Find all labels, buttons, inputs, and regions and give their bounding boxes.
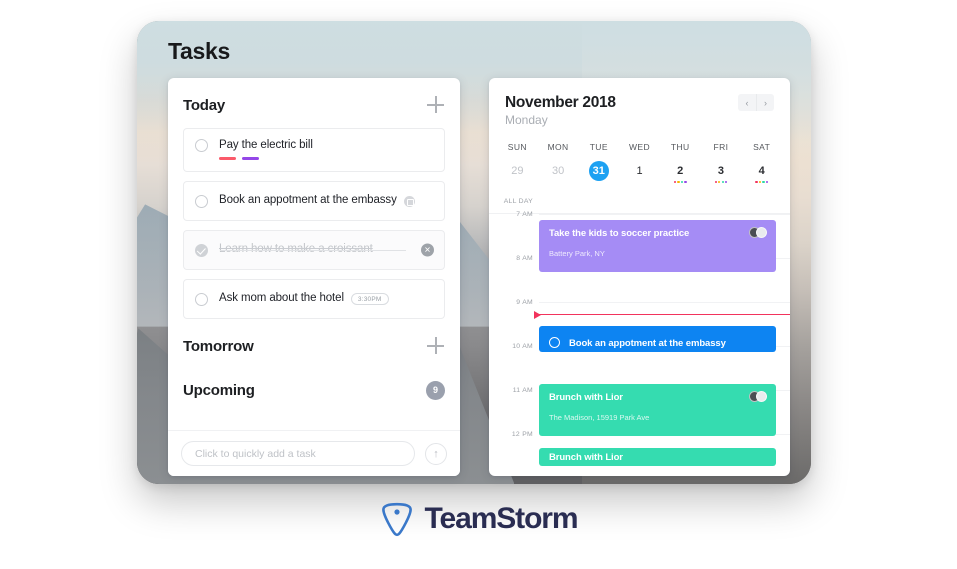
hour-label: 9 AM: [516, 299, 533, 306]
hour-label: 10 AM: [512, 343, 533, 350]
event-title: Book an appotment at the embassy: [569, 338, 726, 349]
date-cell[interactable]: 30: [538, 161, 579, 179]
event-avatars: [749, 227, 767, 238]
task-checkbox[interactable]: [195, 194, 208, 208]
current-time-indicator: [534, 309, 790, 320]
calendar-panel: November 2018 Monday ‹ › SUN MON TUE WED…: [489, 78, 790, 476]
task-label: Pay the electric bill: [219, 139, 313, 151]
task-time-chip: 3:30PM: [350, 293, 389, 305]
calendar-event-soccer-practice[interactable]: Take the kids to soccer practice Battery…: [539, 220, 776, 272]
arrow-up-icon[interactable]: ↑: [425, 442, 447, 465]
weekday-header-row: SUN MON TUE WED THU FRI SAT: [489, 142, 790, 152]
weekday-fri: FRI: [713, 142, 729, 152]
tag-red: [219, 156, 236, 161]
strikethrough-line: [220, 250, 406, 251]
calendar-event-brunch-with-lior-2[interactable]: Brunch with Lior: [539, 448, 776, 466]
hour-gridline: [539, 302, 790, 303]
chevron-left-icon[interactable]: ‹: [738, 94, 756, 111]
task-row-ask-mom-hotel[interactable]: Ask mom about the hotel 3:30PM: [183, 279, 445, 319]
section-title-tomorrow: Tomorrow: [183, 337, 254, 355]
date-cell[interactable]: 29: [497, 161, 538, 179]
event-location: Battery Park, NY: [549, 249, 605, 258]
task-checkbox[interactable]: [195, 292, 208, 306]
calendar-badge-icon: [403, 195, 415, 207]
section-header-upcoming[interactable]: Upcoming 9: [183, 373, 445, 407]
tasks-panel: Today Pay the electric bill Book an appo…: [168, 78, 460, 476]
task-row-learn-croissant[interactable]: Learn how to make a croissant ✕: [183, 230, 445, 270]
brand-name: TeamStorm: [424, 502, 579, 535]
chevron-right-icon[interactable]: ›: [756, 94, 774, 111]
quick-add-bar: ↑: [168, 430, 460, 476]
add-task-today-button[interactable]: [427, 96, 445, 114]
event-dots: [701, 181, 742, 184]
add-task-tomorrow-button[interactable]: [427, 337, 445, 355]
event-location: The Madison, 15919 Park Ave: [549, 413, 650, 422]
screenshot-root: Tasks Today Pay the electric bill Book a…: [0, 0, 957, 569]
task-row-book-appointment[interactable]: Book an appotment at the embassy: [183, 181, 445, 221]
section-header-today: Today: [183, 96, 445, 114]
date-number: 2: [677, 165, 684, 177]
teamstorm-pin-icon: [381, 502, 412, 537]
date-cell-selected[interactable]: 31: [578, 161, 619, 181]
task-checkbox[interactable]: [195, 139, 208, 152]
tasks-list-body: Today Pay the electric bill Book an appo…: [168, 78, 460, 430]
task-tags: [219, 156, 313, 161]
task-content: Pay the electric bill: [219, 139, 313, 161]
hour-label: 11 AM: [512, 387, 533, 394]
date-number: 1: [636, 165, 643, 177]
event-avatars: [749, 391, 767, 402]
date-cell[interactable]: 3: [701, 161, 742, 184]
date-cell[interactable]: 2: [660, 161, 701, 184]
upcoming-count-badge: 9: [426, 380, 445, 400]
hour-label: 12 PM: [511, 431, 533, 438]
calendar-day-grid: ALL DAY 7 AM 8 AM 9 AM 10 AM 11 AM 12 PM…: [489, 190, 790, 476]
weekday-thu: THU: [670, 142, 690, 152]
tag-purple: [242, 156, 259, 161]
calendar-nav: ‹ ›: [738, 94, 774, 111]
date-number: 4: [758, 165, 765, 177]
close-icon[interactable]: ✕: [421, 243, 434, 257]
hour-rows: 7 AM 8 AM 9 AM 10 AM 11 AM 12 PM Take th…: [489, 211, 790, 476]
calendar-month-title: November 2018: [505, 94, 616, 111]
date-row: 29 30 31 1 2 3 4: [489, 161, 790, 184]
date-number: 3: [717, 165, 725, 177]
date-number: 29: [511, 165, 524, 177]
hour-label: 8 AM: [516, 255, 533, 262]
weekday-sun: SUN: [507, 142, 527, 152]
all-day-label: ALL DAY: [503, 198, 533, 205]
event-dots: [741, 181, 782, 184]
event-dots: [660, 181, 701, 184]
section-header-tomorrow: Tomorrow: [183, 329, 445, 363]
hour-label: 7 AM: [516, 211, 533, 218]
quick-add-input[interactable]: [181, 441, 415, 466]
event-title: Brunch with Lior: [549, 392, 623, 403]
calendar-event-brunch-with-lior[interactable]: Brunch with Lior The Madison, 15919 Park…: [539, 384, 776, 436]
section-title-today: Today: [183, 96, 226, 114]
date-number: 31: [588, 161, 609, 181]
all-day-row[interactable]: ALL DAY: [489, 190, 790, 214]
calendar-header: November 2018 Monday ‹ ›: [489, 78, 790, 127]
event-checkbox[interactable]: [549, 336, 560, 348]
task-checkbox-checked[interactable]: [195, 243, 208, 257]
weekday-tue: TUE: [589, 142, 608, 152]
calendar-event-book-appointment[interactable]: Book an appotment at the embassy: [539, 326, 776, 352]
weekday-mon: MON: [547, 142, 569, 152]
task-label: Ask mom about the hotel: [219, 292, 344, 305]
brand-lockup: TeamStorm: [0, 500, 957, 538]
date-number: 30: [551, 165, 565, 177]
task-label: Book an appotment at the embassy: [219, 194, 397, 207]
section-title-upcoming: Upcoming: [183, 381, 255, 399]
hour-gridline: [539, 214, 790, 215]
page-title: Tasks: [168, 38, 231, 64]
weekday-wed: WED: [629, 142, 651, 152]
calendar-weekday-label: Monday: [505, 113, 548, 127]
date-cell[interactable]: 4: [741, 161, 782, 184]
event-title: Take the kids to soccer practice: [549, 228, 690, 239]
date-cell[interactable]: 1: [619, 161, 660, 179]
weekday-sat: SAT: [753, 142, 771, 152]
event-title: Brunch with Lior: [549, 452, 623, 463]
task-row-pay-electric-bill[interactable]: Pay the electric bill: [183, 128, 445, 172]
